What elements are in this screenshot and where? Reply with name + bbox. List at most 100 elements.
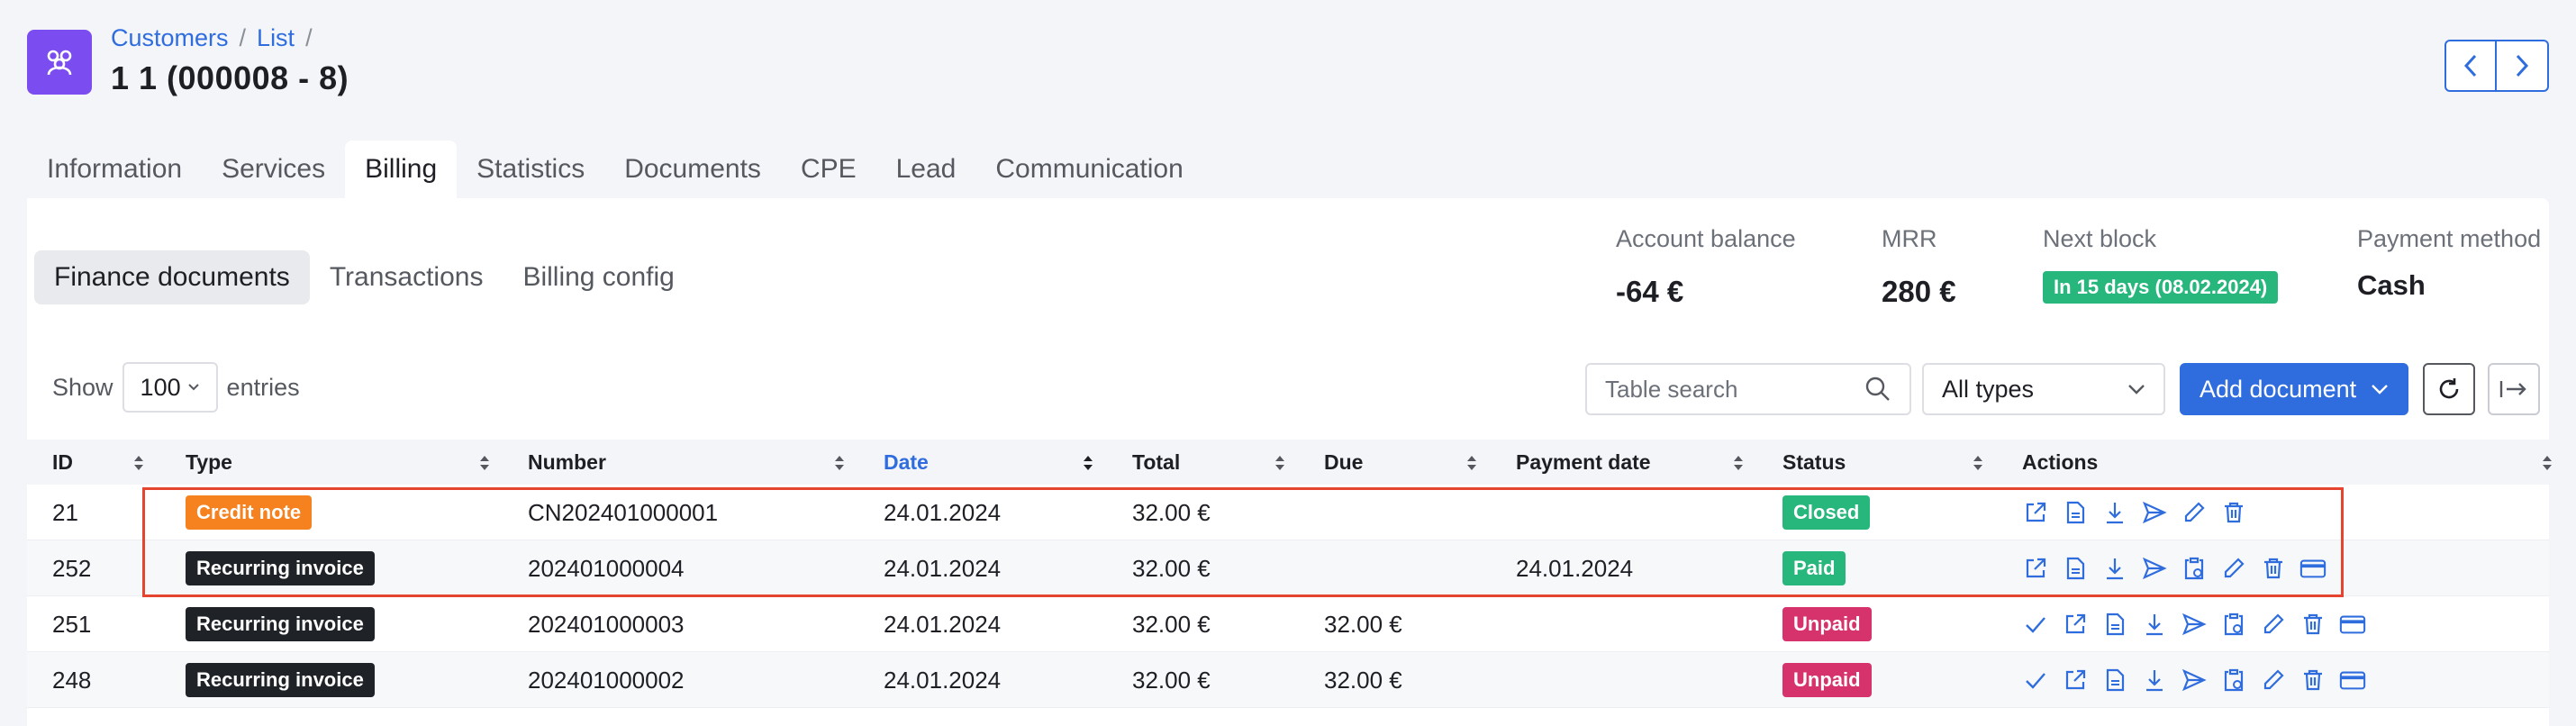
send-icon[interactable] <box>2141 499 2168 526</box>
download-icon[interactable] <box>2141 667 2168 694</box>
arrow-to-right-icon <box>2499 381 2526 397</box>
cell-number[interactable]: 202401000003 <box>528 596 685 652</box>
breadcrumb-customers[interactable]: Customers <box>111 24 229 52</box>
cell-status: Paid <box>1782 540 1846 596</box>
sort-icon[interactable] <box>1465 453 1479 473</box>
delete-icon[interactable] <box>2220 499 2247 526</box>
edit-icon[interactable] <box>2181 499 2208 526</box>
check-icon[interactable] <box>2022 667 2049 694</box>
pdf-icon[interactable] <box>2062 499 2089 526</box>
type-badge: Credit note <box>186 495 313 530</box>
open-icon[interactable] <box>2022 499 2049 526</box>
send-icon[interactable] <box>2181 667 2208 694</box>
edit-icon[interactable] <box>2260 611 2287 638</box>
delete-icon[interactable] <box>2299 611 2327 638</box>
cell-number[interactable]: 202401000004 <box>528 540 685 596</box>
download-icon[interactable] <box>2101 555 2128 582</box>
delete-icon[interactable] <box>2299 667 2327 694</box>
column-header-number[interactable]: Number <box>528 440 606 485</box>
column-header-status[interactable]: Status <box>1782 440 1846 485</box>
column-toggle-button[interactable] <box>2488 363 2540 415</box>
sort-icon[interactable] <box>1971 453 1985 473</box>
table-row[interactable]: 248 Recurring invoice 202401000002 24.01… <box>27 652 2549 708</box>
billing-sub-tabs: Finance documents Transactions Billing c… <box>34 250 694 304</box>
table-search-input[interactable] <box>1605 375 1839 404</box>
clipboard-icon[interactable] <box>2220 667 2247 694</box>
tab-services[interactable]: Services <box>202 141 345 198</box>
tab-documents[interactable]: Documents <box>604 141 781 198</box>
add-document-label: Add document <box>2200 375 2357 403</box>
document-type-select[interactable]: All types <box>1922 363 2165 415</box>
tab-cpe[interactable]: CPE <box>781 141 876 198</box>
refresh-button[interactable] <box>2423 363 2475 415</box>
clipboard-icon[interactable] <box>2181 555 2208 582</box>
chevron-down-icon <box>2372 385 2388 395</box>
sort-icon[interactable] <box>832 453 847 473</box>
page-title: 1 1 (000008 - 8) <box>111 59 349 96</box>
pdf-icon[interactable] <box>2101 611 2128 638</box>
sort-icon[interactable] <box>132 453 146 473</box>
pdf-icon[interactable] <box>2101 667 2128 694</box>
sort-icon[interactable] <box>1731 453 1746 473</box>
tab-finance-documents[interactable]: Finance documents <box>34 250 310 304</box>
cell-actions <box>2022 485 2247 540</box>
open-icon[interactable] <box>2062 611 2089 638</box>
sort-active-icon[interactable] <box>1081 453 1095 473</box>
table-row[interactable]: 252 Recurring invoice 202401000004 24.01… <box>27 540 2549 596</box>
delete-icon[interactable] <box>2260 555 2287 582</box>
tab-statistics[interactable]: Statistics <box>457 141 604 198</box>
download-icon[interactable] <box>2141 611 2168 638</box>
table-row[interactable]: 21 Credit note CN202401000001 24.01.2024… <box>27 485 2549 540</box>
sort-icon[interactable] <box>1273 453 1287 473</box>
cell-type: Recurring invoice <box>186 540 375 596</box>
edit-icon[interactable] <box>2260 667 2287 694</box>
refresh-icon <box>2439 378 2459 399</box>
download-icon[interactable] <box>2101 499 2128 526</box>
edit-icon[interactable] <box>2220 555 2247 582</box>
next-record-button[interactable] <box>2497 40 2549 92</box>
send-icon[interactable] <box>2141 555 2168 582</box>
check-icon[interactable] <box>2022 611 2049 638</box>
column-header-total[interactable]: Total <box>1132 440 1180 485</box>
open-icon[interactable] <box>2022 555 2049 582</box>
tab-lead[interactable]: Lead <box>876 141 976 198</box>
cell-number[interactable]: CN202401000001 <box>528 485 718 540</box>
cell-number[interactable]: 202401000002 <box>528 652 685 708</box>
pdf-icon[interactable] <box>2062 555 2089 582</box>
send-icon[interactable] <box>2181 611 2208 638</box>
breadcrumb-list[interactable]: List <box>257 24 295 52</box>
tab-information[interactable]: Information <box>27 141 202 198</box>
tab-billing[interactable]: Billing <box>345 141 458 198</box>
table-row[interactable]: 251 Recurring invoice 202401000003 24.01… <box>27 596 2549 652</box>
show-label: Show <box>52 373 113 401</box>
tab-communication[interactable]: Communication <box>975 141 1202 198</box>
credit-card-icon[interactable] <box>2339 667 2366 694</box>
cell-date: 24.01.2024 <box>884 498 1002 526</box>
sort-icon[interactable] <box>2540 453 2554 473</box>
cell-due: 32.00 € <box>1324 666 1402 694</box>
column-header-date[interactable]: Date <box>884 440 929 485</box>
entries-select[interactable]: 100 <box>122 362 218 413</box>
credit-card-icon[interactable] <box>2299 555 2327 582</box>
credit-card-icon[interactable] <box>2339 611 2366 638</box>
cell-total: 32.00 € <box>1132 610 1211 638</box>
cell-date: 24.01.2024 <box>884 610 1002 638</box>
add-document-button[interactable]: Add document <box>2180 363 2408 415</box>
tab-billing-config[interactable]: Billing config <box>503 250 694 304</box>
cell-status: Closed <box>1782 485 1871 540</box>
mrr-label: MRR <box>1882 225 1937 252</box>
breadcrumb: Customers / List / <box>111 24 313 52</box>
mrr: MRR 280 € <box>1882 225 1956 309</box>
sort-icon[interactable] <box>477 453 492 473</box>
column-header-due[interactable]: Due <box>1324 440 1363 485</box>
clipboard-icon[interactable] <box>2220 611 2247 638</box>
column-header-payment-date[interactable]: Payment date <box>1516 440 1651 485</box>
cell-total: 32.00 € <box>1132 666 1211 694</box>
tab-transactions[interactable]: Transactions <box>310 250 503 304</box>
column-header-id[interactable]: ID <box>52 440 73 485</box>
search-icon[interactable] <box>1864 376 1891 403</box>
table-search <box>1585 363 1911 415</box>
previous-record-button[interactable] <box>2444 40 2497 92</box>
column-header-type[interactable]: Type <box>186 440 232 485</box>
open-icon[interactable] <box>2062 667 2089 694</box>
